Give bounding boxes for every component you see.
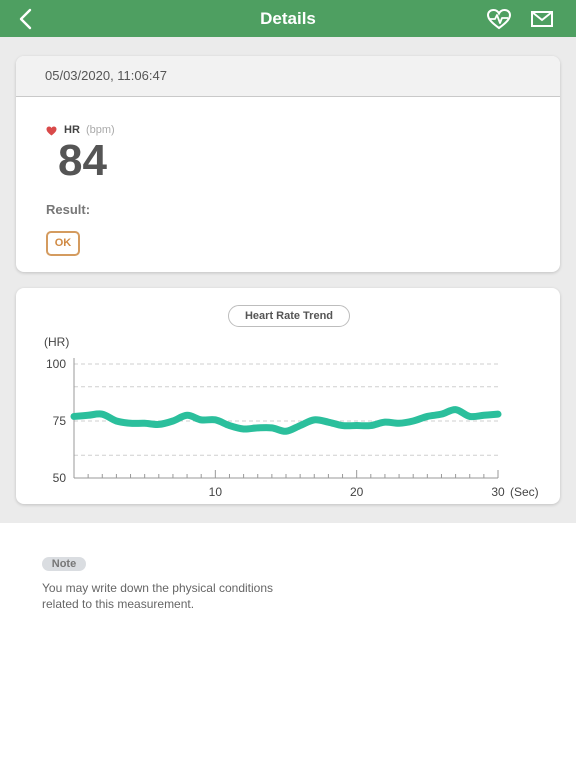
hr-label: HR: [64, 124, 80, 136]
heart-rate-point: [214, 419, 216, 421]
heart-rate-series-line: [70, 406, 502, 435]
heart-rate-point: [342, 425, 344, 427]
heart-rate-point: [313, 419, 315, 421]
heart-rate-point: [370, 425, 372, 427]
heart-rate-point: [483, 414, 485, 416]
heart-icon: [46, 126, 57, 136]
heart-rate-point: [271, 427, 273, 429]
heart-rate-button[interactable]: [486, 8, 512, 30]
trend-card: 100 75 50 (HR) 10 20 30 (Sec) Heart Rate Trend: [16, 288, 560, 504]
y-tick-label: 50: [53, 471, 67, 485]
mail-button[interactable]: [530, 10, 554, 28]
x-tick-label: 10: [209, 485, 223, 499]
heart-rate-point: [285, 430, 287, 432]
top-bar: Details: [0, 0, 576, 37]
note-text-line-1: You may write down the physical conditio…: [42, 581, 274, 595]
heart-rate-point: [243, 428, 245, 430]
note-text-line-2: related to this measurement.: [42, 597, 195, 611]
heart-rate-point: [469, 415, 471, 417]
y-tick-label: 100: [46, 357, 66, 371]
heart-rate-point: [299, 425, 301, 427]
heart-rate-point: [412, 420, 414, 422]
unit-label: (bpm): [86, 124, 115, 136]
heart-rate-point: [158, 423, 160, 425]
x-tick-label: 30: [491, 485, 505, 499]
heart-rate-point: [73, 415, 75, 417]
heart-rate-point: [327, 421, 329, 423]
y-axis-label: (HR): [44, 335, 69, 349]
heart-rate-point: [87, 414, 89, 416]
note-badge: Note: [42, 557, 86, 571]
y-tick-label: 75: [53, 414, 67, 428]
heart-rate-point: [130, 422, 132, 424]
heart-rate-point: [356, 425, 358, 427]
heart-rate-point: [257, 427, 259, 429]
mail-icon: [531, 11, 553, 27]
heart-pulse-icon: [486, 8, 512, 30]
x-axis-unit: (Sec): [510, 485, 539, 499]
heart-rate-point: [186, 414, 188, 416]
measurement-datetime: 05/03/2020, 11:06:47: [45, 68, 167, 83]
measurement-header: 05/03/2020, 11:06:47: [16, 56, 560, 97]
heart-rate-point: [101, 413, 103, 415]
hr-value: 84: [58, 136, 107, 185]
measurement-card: 05/03/2020, 11:06:47 HR (bpm) 84 Result:…: [16, 56, 560, 272]
heart-rate-point: [398, 422, 400, 424]
back-button[interactable]: [14, 8, 38, 30]
heart-rate-point: [440, 413, 442, 415]
heart-rate-point: [115, 420, 117, 422]
result-badge: OK: [46, 231, 80, 256]
heart-rate-point: [384, 421, 386, 423]
note-text[interactable]: You may write down the physical conditio…: [42, 580, 342, 612]
result-label: Result:: [46, 202, 91, 217]
chevron-left-icon: [19, 8, 32, 30]
heart-rate-point: [228, 425, 230, 427]
heart-rate-point: [200, 419, 202, 421]
heart-rate-point: [172, 420, 174, 422]
heart-rate-point: [497, 413, 499, 415]
trend-title-pill: Heart Rate Trend: [228, 305, 350, 327]
heart-rate-point: [426, 415, 428, 417]
heart-rate-point: [144, 422, 146, 424]
heart-rate-point: [455, 409, 457, 411]
x-tick-label: 20: [350, 485, 364, 499]
